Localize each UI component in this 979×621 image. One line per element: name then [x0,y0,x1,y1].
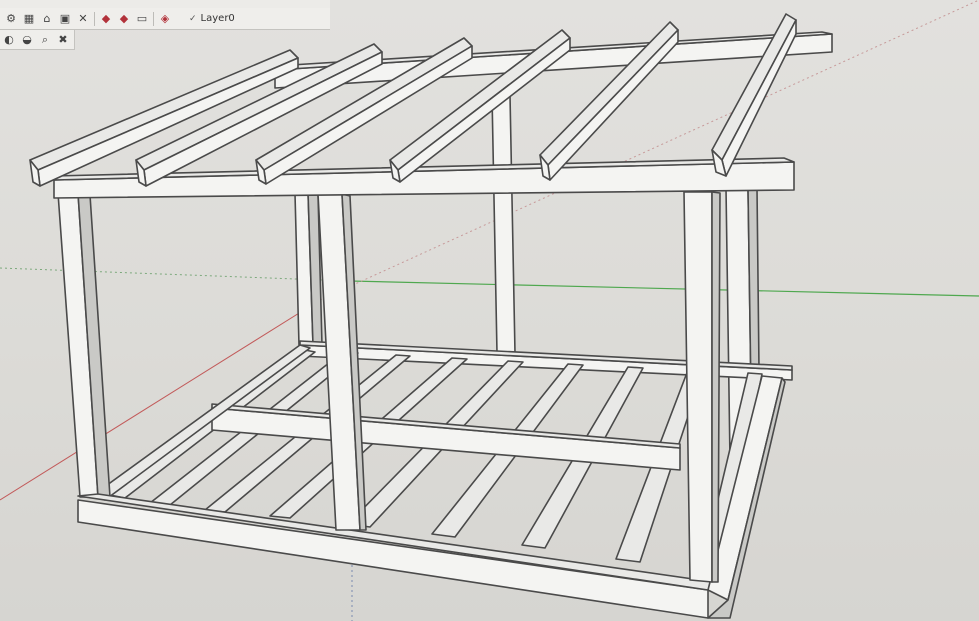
checkmark-icon: ✓ [189,13,197,24]
back-middle-post [491,94,516,354]
main-toolbar: ⚙ ▦ ⌂ ▣ ✕ ◆ ◆ ▭ ◈ ✓ Layer0 [0,8,330,30]
toolbar-separator [94,11,95,26]
axes-icon[interactable]: ⚙ [4,12,18,26]
grid-icon[interactable]: ▦ [22,12,36,26]
group-icon[interactable]: ▣ [58,12,72,26]
green-axis [349,280,979,297]
extension-icon[interactable]: ◈ [158,12,172,26]
toolbar-separator [153,11,154,26]
delete-icon[interactable]: ✕ [76,12,90,26]
layer-selector[interactable]: ✓ Layer0 [184,10,240,28]
ruby-icon[interactable]: ◆ [99,12,113,26]
gem-icon[interactable]: ◆ [117,12,131,26]
home-icon[interactable]: ⌂ [40,12,54,26]
zoom-icon[interactable]: ⌕ [38,33,52,47]
print-icon[interactable]: ▭ [135,12,149,26]
back-left-post [294,191,323,346]
sketchup-window: ⚙ ▦ ⌂ ▣ ✕ ◆ ◆ ▭ ◈ ✓ Layer0 ◐ ◒ ⌕ ✖ [0,0,979,621]
layer-name: Layer0 [200,13,235,24]
tools-toolbar: ◐ ◒ ⌕ ✖ [0,30,75,50]
front-right-post [683,191,721,583]
paint-bucket-icon[interactable]: ◐ [2,33,16,47]
tape-measure-icon[interactable]: ◒ [20,33,34,47]
erase-icon[interactable]: ✖ [56,33,70,47]
front-left-post [57,192,111,498]
model-viewport[interactable] [0,0,979,621]
